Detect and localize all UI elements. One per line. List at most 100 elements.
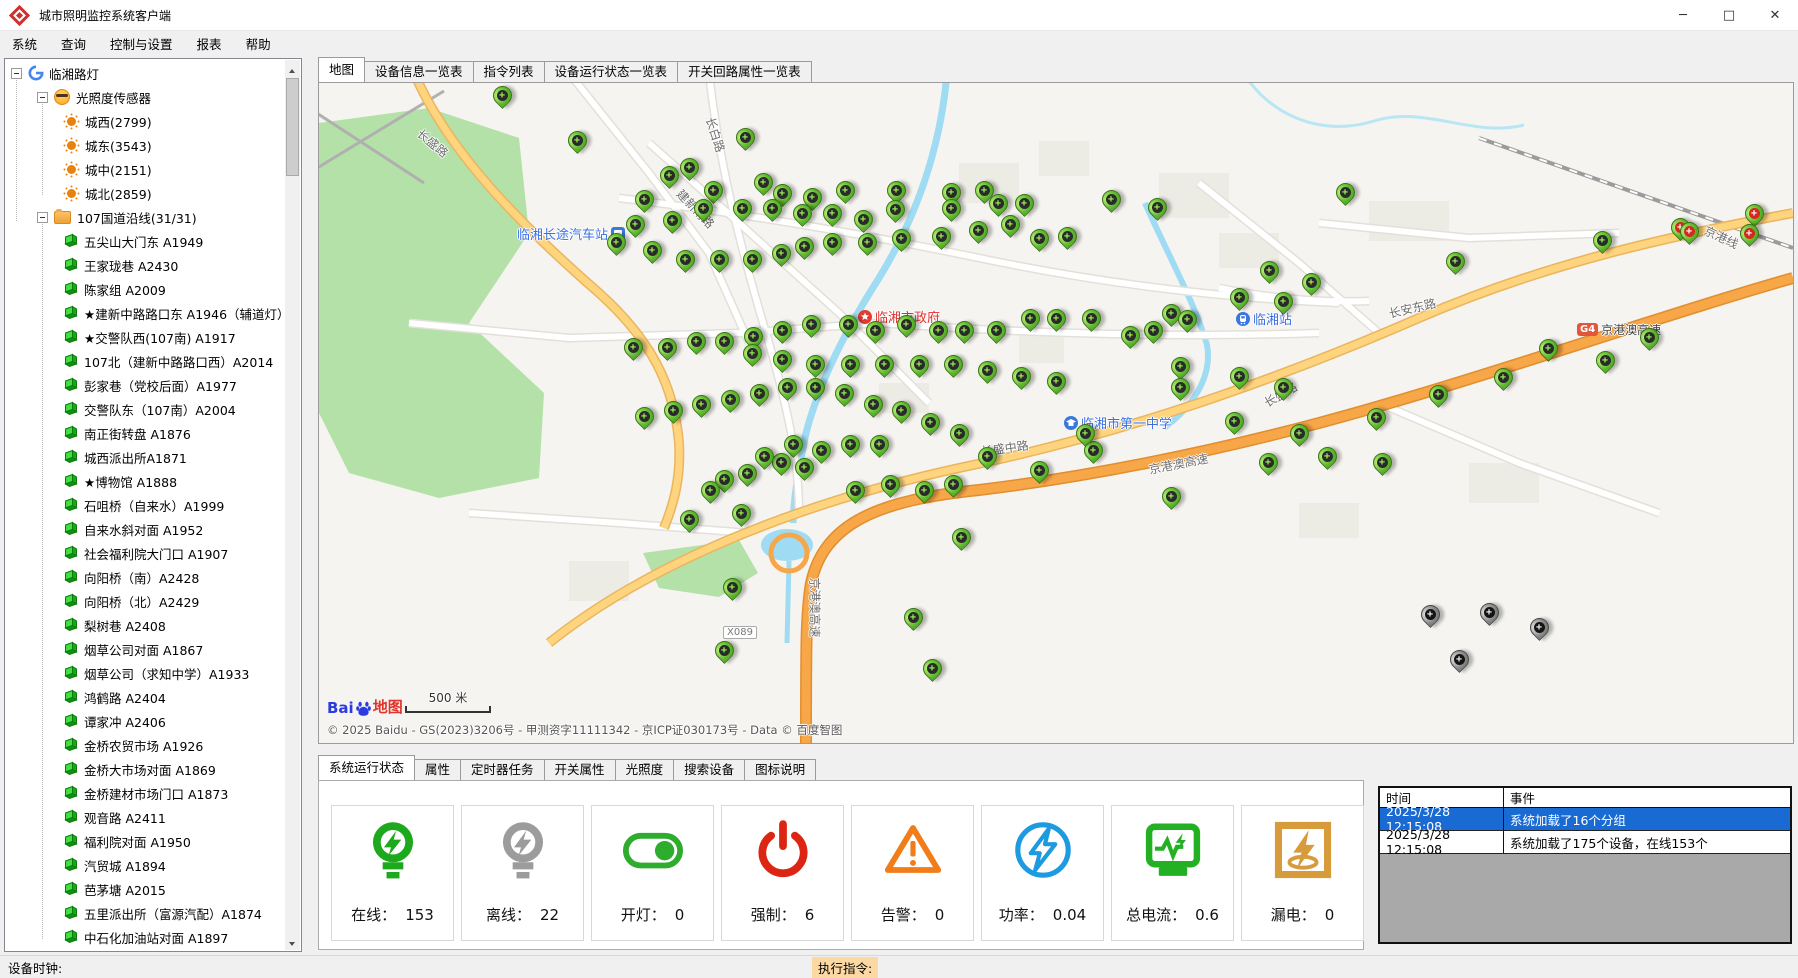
tree-node[interactable]: 金桥建材市场门口 A1873: [7, 781, 284, 805]
tree-node[interactable]: 南正街转盘 A1876: [7, 421, 284, 445]
map-pin-online[interactable]: +: [1273, 292, 1293, 318]
map-pin-online[interactable]: +: [1075, 424, 1095, 450]
map-pin-online[interactable]: +: [811, 441, 831, 467]
map-pin-online[interactable]: +: [634, 407, 654, 433]
map-pin-online[interactable]: +: [1029, 461, 1049, 487]
bottom-tab[interactable]: 系统运行状态: [318, 755, 415, 780]
bottom-tab[interactable]: 开关属性: [544, 759, 616, 780]
tree-node[interactable]: 福利院对面 A1950: [7, 829, 284, 853]
map-pin-online[interactable]: +: [742, 344, 762, 370]
map-pin-online[interactable]: +: [722, 578, 742, 604]
tree-node[interactable]: 石咀桥（自来水）A1999: [7, 493, 284, 517]
tree-expander-icon[interactable]: [11, 68, 22, 79]
minimize-button[interactable]: ─: [1660, 0, 1706, 30]
tree-node[interactable]: 中石化加油站对面 A1897: [7, 925, 284, 949]
map-pin-online[interactable]: +: [662, 211, 682, 237]
map-pin-online[interactable]: +: [732, 199, 752, 225]
tree-node[interactable]: 金桥农贸市场 A1926: [7, 733, 284, 757]
map-pin-online[interactable]: +: [840, 435, 860, 461]
tree-node[interactable]: 五里派出所（富源汽配）A1874: [7, 901, 284, 925]
map-tab[interactable]: 开关回路属性一览表: [677, 61, 812, 82]
close-button[interactable]: ✕: [1752, 0, 1798, 30]
map-pin-online[interactable]: +: [679, 510, 699, 536]
map-pin-online[interactable]: +: [1101, 190, 1121, 216]
tree-node[interactable]: 鸿鹤路 A2404: [7, 685, 284, 709]
map-pin-online[interactable]: +: [865, 321, 885, 347]
maximize-button[interactable]: □: [1706, 0, 1752, 30]
map-pin-online[interactable]: +: [822, 233, 842, 259]
map-pin-online[interactable]: +: [801, 315, 821, 341]
map-pin-online[interactable]: +: [1147, 198, 1167, 224]
menu-item[interactable]: 报表: [185, 34, 234, 53]
map-pin-online[interactable]: +: [891, 229, 911, 255]
map-pin-online[interactable]: +: [869, 435, 889, 461]
tree-node[interactable]: 城北(2859): [7, 181, 284, 205]
map-pin-online[interactable]: +: [863, 395, 883, 421]
tree-node[interactable]: 观音路 A2411: [7, 805, 284, 829]
map-pin-online[interactable]: +: [659, 166, 679, 192]
tree-node[interactable]: 五尖山大门东 A1949: [7, 229, 284, 253]
map-pin-online[interactable]: +: [845, 481, 865, 507]
menu-item[interactable]: 系统: [0, 34, 49, 53]
map-pin-online[interactable]: +: [1229, 288, 1249, 314]
tree-node[interactable]: 谭家冲 A2406: [7, 709, 284, 733]
map-pin-online[interactable]: +: [675, 250, 695, 276]
tree-node[interactable]: 城西派出所A1871: [7, 445, 284, 469]
map-pin-offline[interactable]: +: [1449, 650, 1469, 676]
map-pin-online[interactable]: +: [642, 241, 662, 267]
map-pin-online[interactable]: +: [737, 464, 757, 490]
map-pin-online[interactable]: +: [1057, 227, 1077, 253]
map-pin-online[interactable]: +: [949, 424, 969, 450]
map-pin-online[interactable]: +: [1011, 367, 1031, 393]
map-pin-online[interactable]: +: [492, 86, 512, 112]
map-pin-online[interactable]: +: [1229, 367, 1249, 393]
tree-expander-icon[interactable]: [37, 92, 48, 103]
map-pin-online[interactable]: +: [1000, 215, 1020, 241]
map-pin-online[interactable]: +: [634, 190, 654, 216]
map-pin-online[interactable]: +: [1143, 321, 1163, 347]
event-table-header-event[interactable]: 事件: [1504, 788, 1790, 807]
tree-node[interactable]: 王家珑巷 A2430: [7, 253, 284, 277]
map-tab[interactable]: 设备运行状态一览表: [544, 61, 679, 82]
map-pin-online[interactable]: +: [1029, 229, 1049, 255]
map-pin-online[interactable]: +: [1161, 487, 1181, 513]
map-pin-online[interactable]: +: [794, 458, 814, 484]
map-pin-online[interactable]: +: [1366, 408, 1386, 434]
bottom-tab[interactable]: 定时器任务: [460, 759, 545, 780]
map-pin-online[interactable]: +: [1259, 261, 1279, 287]
map-pin-offline[interactable]: +: [1529, 618, 1549, 644]
map-pin-online[interactable]: +: [909, 355, 929, 381]
map-pin-online[interactable]: +: [753, 173, 773, 199]
map-pin-online[interactable]: +: [903, 608, 923, 634]
map-pin-offline[interactable]: +: [1479, 603, 1499, 629]
map-pin-online[interactable]: +: [731, 504, 751, 530]
map-pin-online[interactable]: +: [920, 413, 940, 439]
map-pin-online[interactable]: +: [792, 204, 812, 230]
map-pin-online[interactable]: +: [931, 227, 951, 253]
map-pin-online[interactable]: +: [1170, 378, 1190, 404]
map-tab[interactable]: 设备信息一览表: [364, 61, 474, 82]
tree-node[interactable]: 向阳桥（北）A2429: [7, 589, 284, 613]
map-pin-online[interactable]: +: [567, 131, 587, 157]
map-pin-online[interactable]: +: [735, 128, 755, 154]
map-pin-alarm[interactable]: +: [1679, 222, 1699, 248]
tree-scrollbar[interactable]: [285, 60, 300, 950]
tree-node[interactable]: 107北（建新中路路口西）A2014: [7, 349, 284, 373]
map-pin-online[interactable]: +: [1372, 453, 1392, 479]
event-table-row[interactable]: 2025/3/28 12:15:08系统加载了175个设备，在线153个: [1380, 831, 1790, 854]
map-pin-online[interactable]: +: [1177, 310, 1197, 336]
tree-node[interactable]: ★交警队西(107南) A1917: [7, 325, 284, 349]
map-pin-online[interactable]: +: [1317, 447, 1337, 473]
map-canvas[interactable]: ++++++++++++++++++++++++++++++++++++++++…: [318, 82, 1794, 744]
map-pin-online[interactable]: +: [714, 332, 734, 358]
map-pin-online[interactable]: +: [657, 338, 677, 364]
menu-item[interactable]: 查询: [49, 34, 98, 53]
map-pin-online[interactable]: +: [1445, 252, 1465, 278]
map-pin-online[interactable]: +: [777, 378, 797, 404]
map-pin-online[interactable]: +: [943, 475, 963, 501]
tree-node[interactable]: 汽贸城 A1894: [7, 853, 284, 877]
scroll-up-icon[interactable]: [285, 60, 300, 76]
map-pin-online[interactable]: +: [1046, 372, 1066, 398]
map-pin-online[interactable]: +: [742, 250, 762, 276]
map-pin-online[interactable]: +: [772, 350, 792, 376]
